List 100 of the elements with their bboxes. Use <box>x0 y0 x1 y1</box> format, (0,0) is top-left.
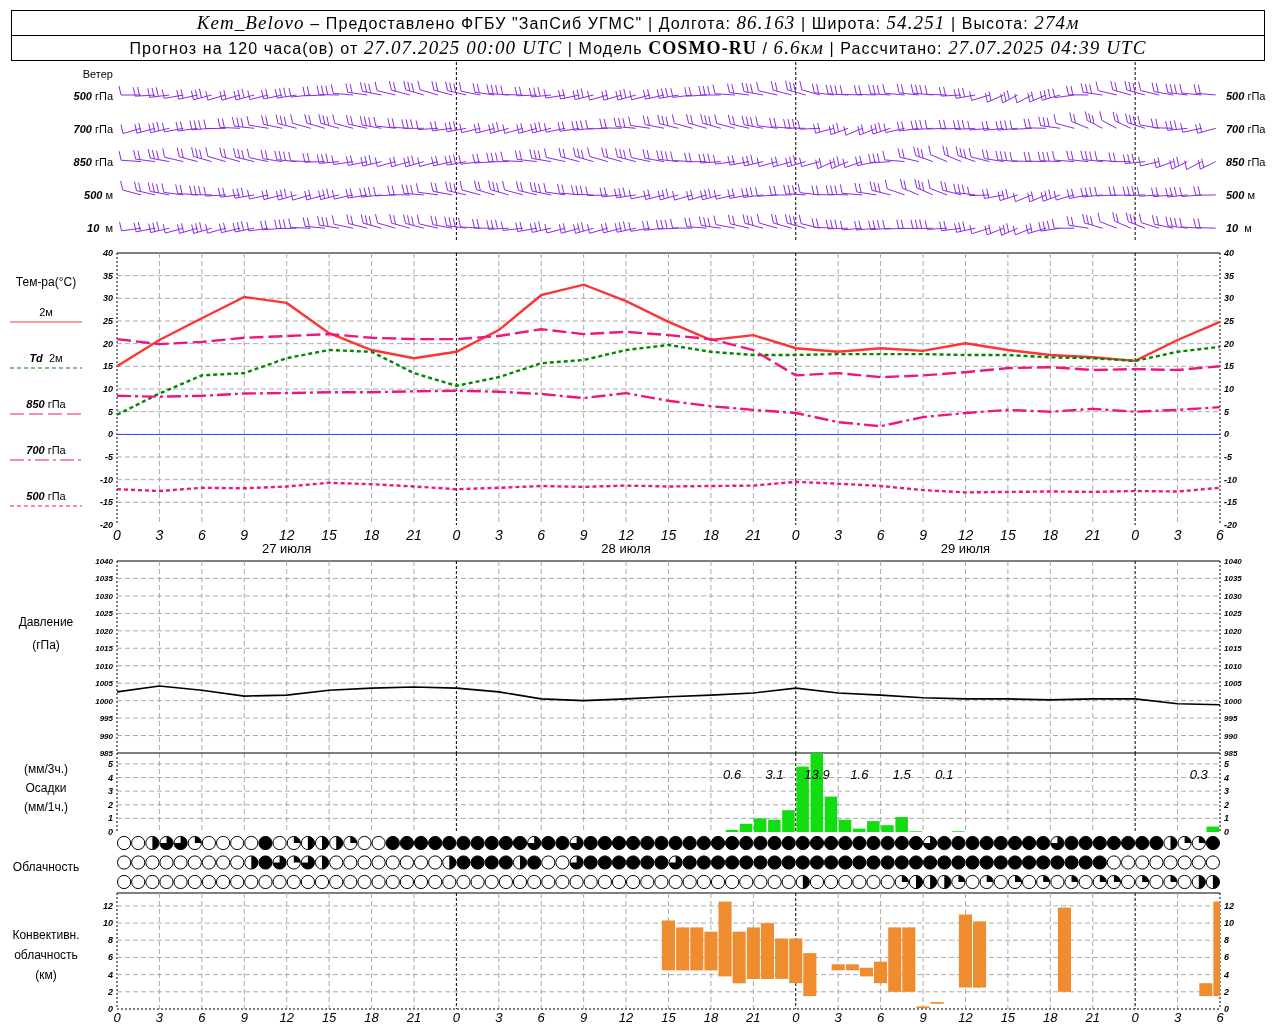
axis-tick-label: 0 <box>113 527 121 543</box>
axis-tick-label: -20 <box>1224 520 1237 530</box>
axis-tick-label: 15 <box>661 1010 676 1024</box>
axis-tick-label: 2 <box>1224 986 1229 997</box>
axis-tick-label: 4 <box>108 969 113 980</box>
axis-tick-label: 0 <box>791 527 800 543</box>
axis-tick-label: 1010 <box>95 661 113 671</box>
level-label: 500 м <box>84 188 113 203</box>
level-label: 850 гПа <box>1226 155 1266 170</box>
axis-tick-label: 1000 <box>95 696 113 706</box>
axis-tick-label: 2 <box>108 799 113 810</box>
precipitation-total-label: 1.5 <box>892 767 911 782</box>
axis-tick-label: 0 <box>108 429 113 440</box>
axis-tick-label: 990 <box>1224 731 1238 741</box>
axis-tick-label: 2 <box>108 986 113 997</box>
axis-tick-label: 6 <box>108 952 113 963</box>
axis-tick-label: 6 <box>877 1010 885 1024</box>
axis-tick-label: 1035 <box>1224 574 1242 584</box>
level-label: 700 гПа <box>73 122 113 137</box>
axis-tick-label: 995 <box>1224 714 1238 724</box>
axis-tick-label: 15 <box>321 527 337 543</box>
axis-tick-label: -10 <box>100 474 113 485</box>
axis-tick-label: 5 <box>108 758 113 769</box>
axis-tick-label: 9 <box>240 527 249 543</box>
axis-tick-label: 3 <box>1224 786 1229 797</box>
axis-tick-label: 20 <box>103 338 113 349</box>
axis-tick-label: 0 <box>1224 827 1229 837</box>
axis-tick-label: 0 <box>1224 429 1229 440</box>
axis-tick-label: 21 <box>406 527 422 543</box>
date-label: 28 июля <box>601 541 651 556</box>
axis-tick-label: 35 <box>1224 270 1234 281</box>
axis-tick-label: 12 <box>618 527 634 543</box>
axis-tick-label: 21 <box>406 1010 422 1024</box>
axis-tick-label: 30 <box>103 293 113 304</box>
axis-tick-label: 1040 <box>1224 557 1242 566</box>
axis-tick-label: 0 <box>108 827 113 837</box>
axis-tick-label: 12 <box>279 1010 294 1024</box>
axis-tick-label: -5 <box>105 452 113 462</box>
axis-tick-label: 30 <box>1224 293 1234 304</box>
axis-tick-label: 12 <box>958 1010 973 1024</box>
axis-tick-label: 18 <box>1042 527 1059 543</box>
axis-tick-label: 1025 <box>1224 609 1242 619</box>
axis-tick-label: 15 <box>660 527 677 543</box>
axis-tick-label: 10 <box>1224 918 1234 929</box>
axis-tick-label: 6 <box>1224 952 1229 963</box>
axis-tick-label: 3 <box>155 527 164 543</box>
axis-tick-label: -15 <box>1224 497 1237 508</box>
axis-tick-label: 21 <box>1084 527 1101 543</box>
axis-tick-label: 21 <box>746 1010 761 1024</box>
axis-tick-label: 1 <box>1224 813 1229 824</box>
axis-tick-label: 5 <box>108 406 113 417</box>
axis-tick-label: 1040 <box>95 557 113 566</box>
axis-tick-label: 12 <box>103 900 113 911</box>
axis-tick-label: 3 <box>108 786 113 797</box>
axis-tick-label: 1010 <box>1224 661 1242 671</box>
axis-tick-label: 12 <box>278 527 295 543</box>
header-text: Kem_Belovo – Предоставлено ФГБУ "ЗапСиб УГМС" | Долгота: 86.163 | Широта: 54.251 | Высота: 274м <box>196 11 1080 35</box>
axis-tick-label: 0 <box>1224 1004 1229 1014</box>
axis-tick-label: 35 <box>103 270 113 281</box>
axis-tick-label: 0 <box>452 1010 460 1024</box>
axis-tick-label: 18 <box>703 1010 719 1024</box>
axis-tick-label: 6 <box>198 1010 206 1024</box>
clouds-title: Облачность <box>12 860 80 874</box>
axis-tick-label: 6 <box>537 1010 545 1024</box>
axis-tick-label: 12 <box>1224 900 1234 911</box>
axis-tick-label: 0 <box>1131 1010 1139 1024</box>
axis-tick-label: 1030 <box>1224 591 1242 601</box>
axis-tick-label: 1015 <box>95 644 113 654</box>
axis-tick-label: 20 <box>1224 338 1234 349</box>
axis-tick-label: 10 <box>103 918 113 929</box>
axis-tick-label: 9 <box>919 1010 927 1024</box>
axis-tick-label: 6 <box>1216 527 1224 543</box>
precipitation-total-label: 0.6 <box>723 767 742 782</box>
axis-tick-label: 9 <box>240 1010 248 1024</box>
axis-tick-label: 25 <box>103 316 113 326</box>
axis-tick-label: 40 <box>1224 248 1234 258</box>
axis-tick-label: 9 <box>580 1010 588 1024</box>
axis-tick-label: 1020 <box>95 626 113 636</box>
level-label: 10 м <box>1226 221 1252 236</box>
axis-tick-label: 12 <box>957 527 974 543</box>
axis-tick-label: 25 <box>1224 316 1234 326</box>
axis-tick-label: 3 <box>834 527 843 543</box>
axis-title: Давление (гПа) <box>18 615 74 652</box>
wind-title: Ветер <box>82 68 113 80</box>
axis-tick-label: 3 <box>834 1010 842 1024</box>
axis-tick-label: -5 <box>1224 452 1232 462</box>
level-label: 500 гПа <box>1226 89 1266 104</box>
axis-tick-label: 15 <box>103 361 113 372</box>
level-label: 500 гПа <box>73 89 113 104</box>
precipitation-total-label: 0.3 <box>1189 767 1208 782</box>
axis-tick-label: 6 <box>1216 1010 1224 1024</box>
axis-tick-label: 0 <box>792 1010 800 1024</box>
axis-tick-label: 0 <box>108 1004 113 1014</box>
axis-tick-label: -20 <box>100 520 113 530</box>
axis-tick-label: 0 <box>452 527 461 543</box>
axis-title: Тем-ра(°C) <box>15 275 77 289</box>
axis-tick-label: 1030 <box>95 591 113 601</box>
legend-label: 500 гПа <box>26 489 66 503</box>
axis-tick-label: 3 <box>494 527 503 543</box>
axis-tick-label: 5 <box>1224 758 1229 769</box>
